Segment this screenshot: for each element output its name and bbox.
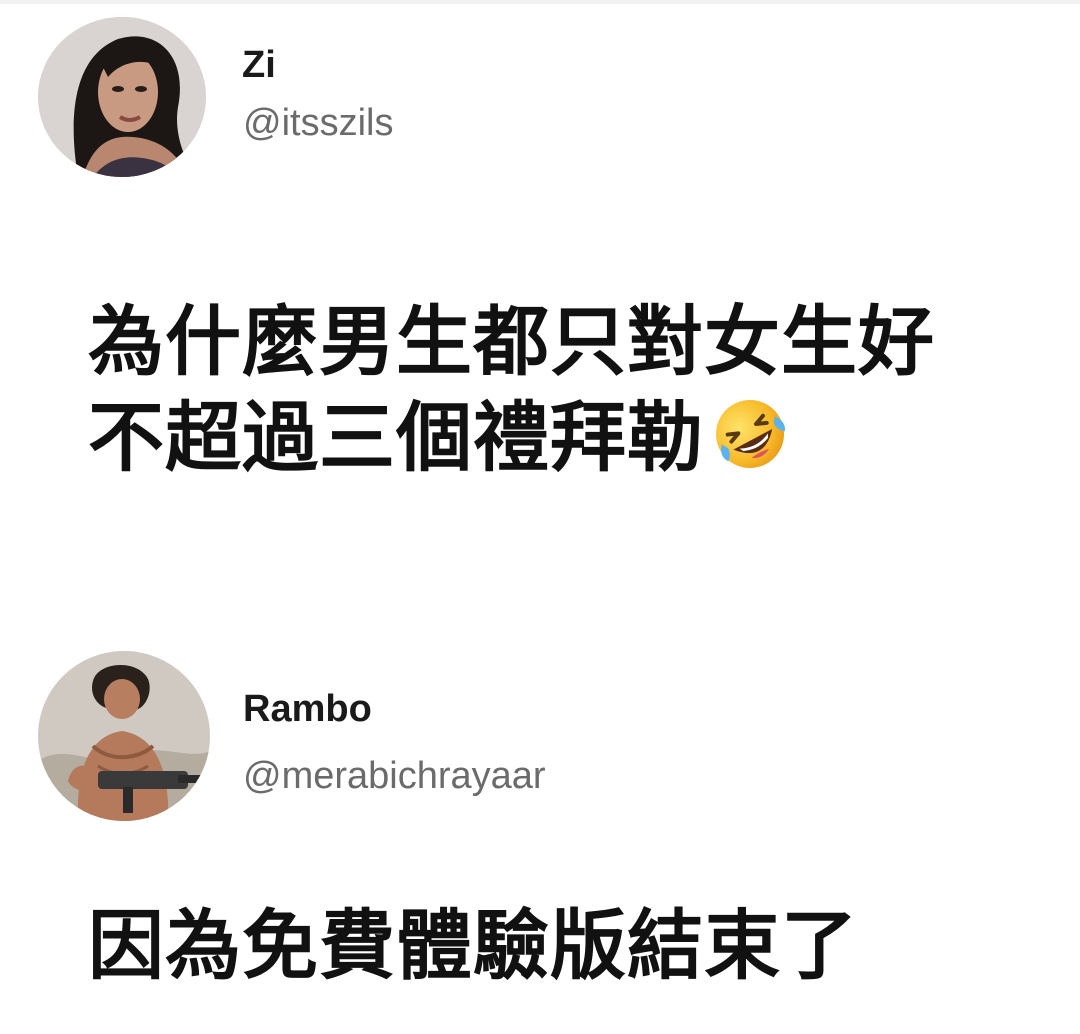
tweet-text-line: 因為免費體驗版結束了	[88, 901, 858, 990]
avatar[interactable]	[38, 651, 210, 821]
tweet-text-line: 不超過三個禮拜勒	[88, 393, 704, 482]
user-handle[interactable]: @merabichrayaar	[243, 757, 546, 795]
display-name[interactable]: Rambo	[243, 690, 372, 728]
man-avatar-image	[38, 651, 210, 821]
avatar[interactable]	[38, 17, 206, 177]
tweet-card: Rambo @merabichrayaar 因為免費體驗版結束了	[0, 640, 1080, 1034]
tweet-text-line: 為什麼男生都只對女生好	[88, 297, 935, 386]
woman-avatar-image	[38, 17, 206, 177]
rolling-on-floor-laughing-emoji-icon	[716, 400, 786, 468]
tweet-card: Zi @itsszils 為什麼男生都只對女生好 不超過三個禮拜勒	[0, 0, 1080, 560]
display-name[interactable]: Zi	[242, 46, 276, 84]
user-handle[interactable]: @itsszils	[243, 104, 393, 142]
tweet-text-line-with-emoji: 不超過三個禮拜勒	[88, 390, 935, 486]
tweet-text: 因為免費體驗版結束了	[88, 898, 858, 994]
tweet-text: 為什麼男生都只對女生好 不超過三個禮拜勒	[88, 294, 935, 486]
